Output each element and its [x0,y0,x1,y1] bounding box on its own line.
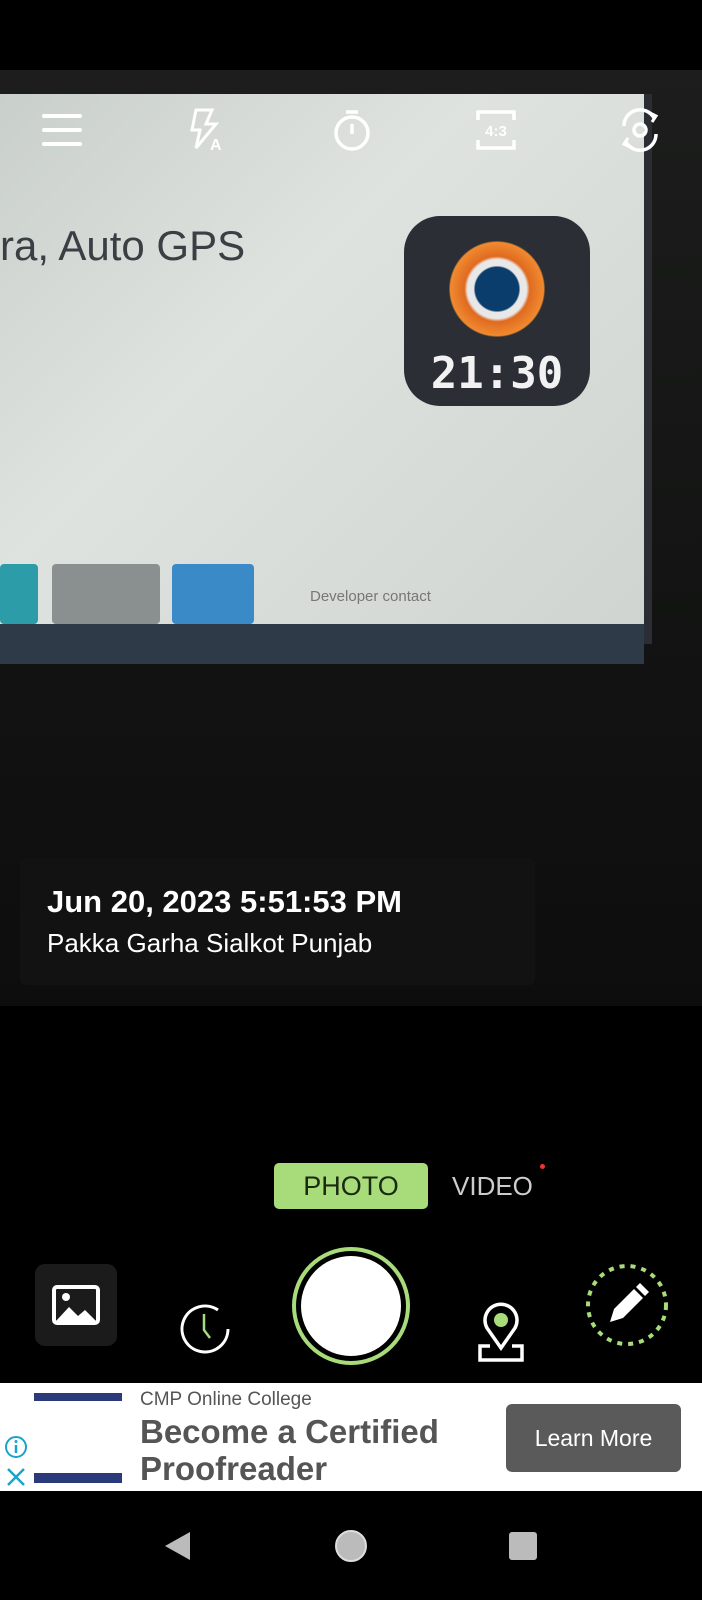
svg-text:A: A [210,137,222,152]
ad-learn-more-button[interactable]: Learn More [506,1404,681,1472]
gallery-button[interactable] [35,1264,117,1346]
stamp-datetime: Jun 20, 2023 5:51:53 PM [47,884,402,919]
location-pin-icon[interactable] [474,1298,528,1364]
ad-close-icon[interactable] [6,1467,26,1487]
gallery-icon [52,1285,100,1325]
shutter-button[interactable] [292,1247,410,1365]
stamp-location: Pakka Garha Sialkot Punjab [47,928,373,958]
ad-banner[interactable]: CMP Online College Become a Certified Pr… [0,1383,702,1491]
timer-icon[interactable] [330,108,374,152]
svg-text:4:3: 4:3 [485,123,507,140]
camera-lens-icon [442,234,552,344]
menu-icon[interactable] [40,108,84,152]
ad-advertiser: CMP Online College [140,1389,312,1410]
aspect-ratio-icon[interactable]: 4:3 [474,108,518,152]
home-icon[interactable] [333,1528,369,1564]
logo-time: 21:30 [430,348,564,399]
shutter-inner [301,1256,401,1356]
mode-photo-tab[interactable]: PHOTO [274,1163,428,1209]
mode-video-tab[interactable]: VIDEO [452,1163,533,1209]
preview-screen-title: ra, Auto GPS [0,222,246,269]
location-stamp: Jun 20, 2023 5:51:53 PM Pakka Garha Sial… [20,858,535,985]
preview-thumb [0,564,38,624]
preview-taskbar [0,624,644,664]
video-new-dot [540,1164,545,1169]
flash-auto-icon[interactable]: A [184,108,228,152]
preview-thumb [172,564,254,624]
preview-developer-contact: Developer contact [310,588,431,605]
ad-logo [34,1393,122,1483]
back-icon[interactable] [162,1530,192,1562]
switch-camera-icon[interactable] [618,108,662,152]
recents-icon[interactable] [508,1531,538,1561]
edit-pencil-icon[interactable] [584,1262,670,1348]
preview-app-logo: 21:30 [404,216,590,406]
history-clock-icon[interactable] [178,1302,232,1356]
system-nav-bar [0,1491,702,1600]
ad-headline: Become a Certified Proofreader [140,1413,439,1487]
ad-info-icon[interactable] [4,1435,28,1459]
preview-monitor-screen: ra, Auto GPS 21:30 Developer contact [0,94,652,664]
preview-thumb [52,564,160,624]
